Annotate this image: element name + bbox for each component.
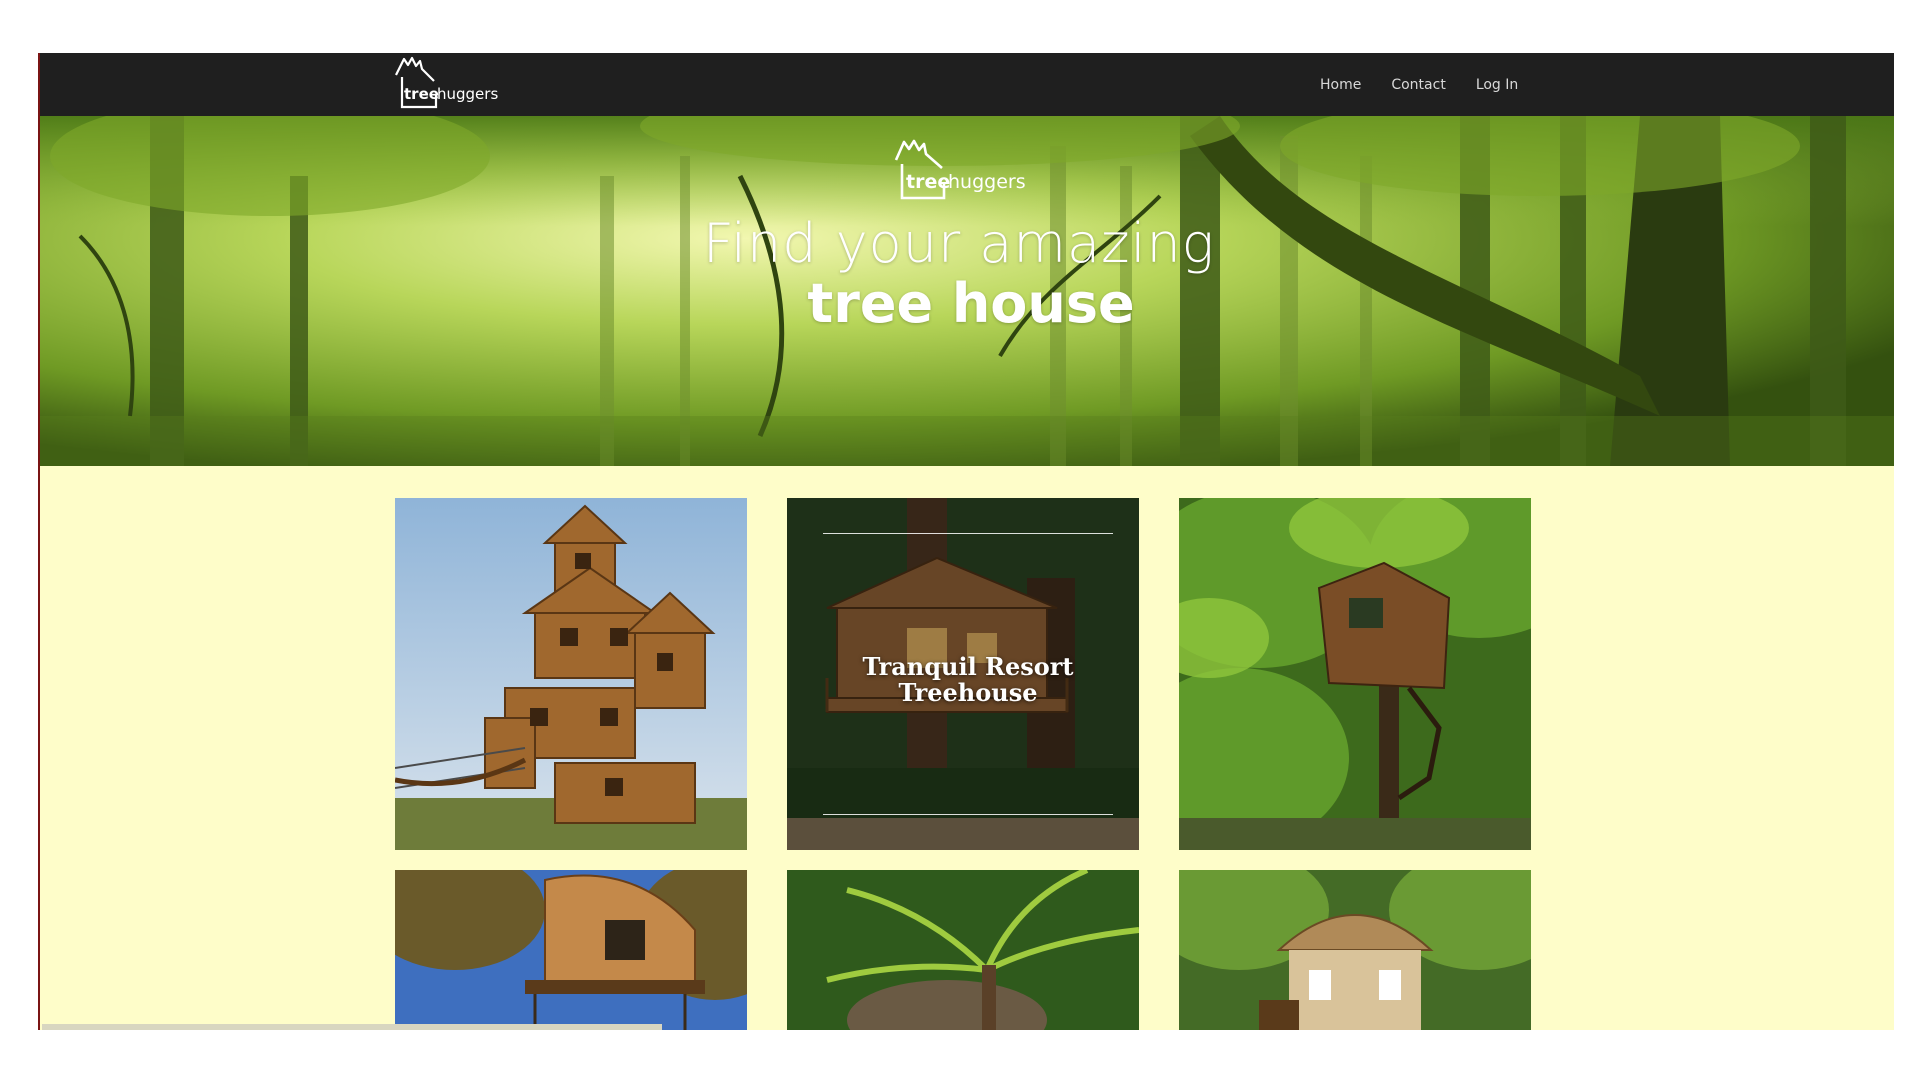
overlay-bottom-rule bbox=[823, 814, 1113, 815]
tile-hover-overlay: Tranquil Resort Treehouse bbox=[787, 498, 1139, 850]
gallery-tile-stacked-treehouse[interactable] bbox=[395, 498, 747, 850]
hero-headline-line1: Find your amazing bbox=[702, 212, 1216, 275]
hero-headline-line2: tree house bbox=[807, 272, 1135, 335]
nav-contact-link[interactable]: Contact bbox=[1391, 77, 1445, 93]
hero-headline: Find your amazing tree house bbox=[40, 214, 1894, 334]
stacked-treehouse-image bbox=[395, 498, 747, 850]
tile-caption: Tranquil Resort Treehouse bbox=[862, 654, 1073, 706]
hero-treehuggers-logo: tree huggers bbox=[894, 139, 1026, 200]
forest-cube-treehouse-image bbox=[1179, 498, 1531, 850]
gallery-tile-palm[interactable] bbox=[787, 870, 1139, 1030]
nav-links: Home Contact Log In bbox=[1320, 53, 1518, 116]
thatched-roof-treehouse-image bbox=[1179, 870, 1531, 1030]
hero-logo-suffix: huggers bbox=[948, 171, 1026, 193]
gallery-tile-tranquil-resort[interactable]: Tranquil Resort Treehouse bbox=[787, 498, 1139, 850]
hero-banner: tree huggers Find your amazing tree hous… bbox=[40, 116, 1894, 466]
tile-caption-line2: Treehouse bbox=[898, 678, 1038, 707]
tile-caption-line1: Tranquil Resort bbox=[862, 652, 1074, 681]
logo-word-suffix: huggers bbox=[437, 85, 498, 103]
logo-word-prefix: tree bbox=[404, 85, 439, 103]
treehuggers-logo[interactable]: tree huggers bbox=[394, 55, 504, 111]
hero-logo-prefix: tree bbox=[906, 171, 950, 193]
overlay-top-rule bbox=[823, 533, 1113, 534]
gallery-tile-round-pod[interactable] bbox=[395, 870, 747, 1030]
palm-treehouse-image bbox=[787, 870, 1139, 1030]
browser-page: tree huggers Home Contact Log In tree hu… bbox=[38, 53, 1894, 1030]
nav-login-link[interactable]: Log In bbox=[1476, 77, 1518, 93]
top-navbar: tree huggers Home Contact Log In bbox=[40, 53, 1894, 116]
nav-home-link[interactable]: Home bbox=[1320, 77, 1361, 93]
gallery-tile-thatched-roof[interactable] bbox=[1179, 870, 1531, 1030]
gallery-tile-forest-cube[interactable] bbox=[1179, 498, 1531, 850]
round-pod-treehouse-image bbox=[395, 870, 747, 1030]
status-bar bbox=[42, 1024, 662, 1030]
